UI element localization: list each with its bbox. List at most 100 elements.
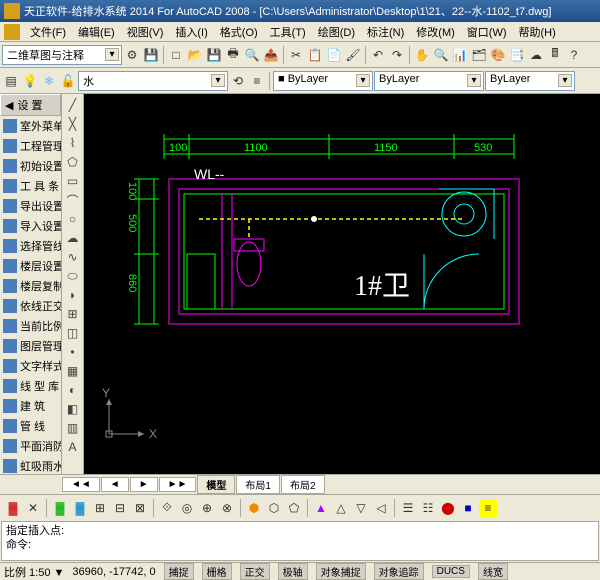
copy-icon[interactable]: 📋: [306, 46, 324, 64]
tab-layout1[interactable]: 布局1: [236, 475, 280, 494]
bt-icon[interactable]: ⊕: [198, 499, 216, 517]
drawing-canvas[interactable]: 100 1100 1150 530 100 500 860 WL-- 1#卫 X…: [84, 94, 600, 474]
sidebar-item[interactable]: 初始设置: [0, 156, 61, 176]
lineweight-combo[interactable]: ByLayer: [485, 71, 575, 91]
hatch-icon[interactable]: ▦: [64, 362, 82, 380]
stat-lwt[interactable]: 线宽: [478, 563, 508, 580]
bt-icon[interactable]: ⬢: [245, 499, 263, 517]
bt-icon[interactable]: ▓: [51, 499, 69, 517]
menu-file[interactable]: 文件(F): [24, 22, 72, 42]
polygon-icon[interactable]: ⬠: [64, 153, 82, 171]
undo-icon[interactable]: ↶: [369, 46, 387, 64]
bt-icon[interactable]: ⬡: [265, 499, 283, 517]
plot-icon[interactable]: 🖶: [224, 46, 242, 64]
open-icon[interactable]: 📂: [186, 46, 204, 64]
bulb-icon[interactable]: 💡: [21, 72, 39, 90]
sidebar-item[interactable]: 依线正交: [0, 296, 61, 316]
tab-nav-next[interactable]: ►: [130, 477, 158, 492]
bt-icon[interactable]: ◎: [178, 499, 196, 517]
bt-icon[interactable]: ≡: [479, 499, 497, 517]
pan-icon[interactable]: ✋: [413, 46, 431, 64]
bt-icon[interactable]: ✕: [24, 499, 42, 517]
stat-ortho[interactable]: 正交: [240, 563, 270, 580]
bt-icon[interactable]: ▓: [4, 499, 22, 517]
workspace-settings-icon[interactable]: ⚙: [123, 46, 141, 64]
ellipse-icon[interactable]: ⬭: [64, 267, 82, 285]
preview-icon[interactable]: 🔍: [243, 46, 261, 64]
menu-tools[interactable]: 工具(T): [264, 22, 312, 42]
ellipsearc-icon[interactable]: ◗: [64, 286, 82, 304]
menu-window[interactable]: 窗口(W): [461, 22, 513, 42]
rectangle-icon[interactable]: ▭: [64, 172, 82, 190]
stat-polar[interactable]: 极轴: [278, 563, 308, 580]
designcenter-icon[interactable]: 🗂: [470, 46, 488, 64]
sidebar-item[interactable]: 室外菜单: [0, 116, 61, 136]
layer-combo[interactable]: 水: [78, 71, 228, 91]
tab-layout2[interactable]: 布局2: [281, 475, 325, 494]
menu-dimension[interactable]: 标注(N): [361, 22, 410, 42]
stat-snap[interactable]: 捕捉: [164, 563, 194, 580]
panel-header[interactable]: ◀设 置: [0, 94, 61, 116]
line-icon[interactable]: ╱: [64, 96, 82, 114]
circle-icon[interactable]: ○: [64, 210, 82, 228]
calc-icon[interactable]: 🖩: [546, 46, 564, 64]
menu-edit[interactable]: 编辑(E): [72, 22, 121, 42]
menu-modify[interactable]: 修改(M): [410, 22, 461, 42]
table-icon[interactable]: ▥: [64, 419, 82, 437]
sidebar-item[interactable]: 导入设置: [0, 216, 61, 236]
sidebar-item[interactable]: 管 线: [0, 416, 61, 436]
arc-icon[interactable]: ⌒: [64, 191, 82, 209]
match-icon[interactable]: 🖌: [344, 46, 362, 64]
sheet-icon[interactable]: 📑: [508, 46, 526, 64]
bt-icon[interactable]: ■: [459, 499, 477, 517]
stat-otrack[interactable]: 对象追踪: [374, 563, 424, 580]
tab-model[interactable]: 模型: [197, 475, 235, 494]
tab-nav-last[interactable]: ►►: [159, 477, 197, 492]
bt-icon[interactable]: ▲: [312, 499, 330, 517]
color-combo[interactable]: ■ ByLayer: [273, 71, 373, 91]
bt-icon[interactable]: ☷: [419, 499, 437, 517]
cut-icon[interactable]: ✂: [287, 46, 305, 64]
point-icon[interactable]: •: [64, 343, 82, 361]
command-window[interactable]: 指定插入点: 命令:: [1, 521, 599, 561]
workspace-combo[interactable]: 二维草图与注释: [2, 45, 122, 65]
toolpalette-icon[interactable]: 🎨: [489, 46, 507, 64]
sidebar-item[interactable]: 图层管理: [0, 336, 61, 356]
sidebar-item[interactable]: 工程管理: [0, 136, 61, 156]
menu-help[interactable]: 帮助(H): [513, 22, 562, 42]
menu-draw[interactable]: 绘图(D): [312, 22, 361, 42]
xline-icon[interactable]: ╳: [64, 115, 82, 133]
bt-icon[interactable]: ⊠: [131, 499, 149, 517]
sidebar-item[interactable]: 文字样式: [0, 356, 61, 376]
pline-icon[interactable]: ⌇: [64, 134, 82, 152]
menu-insert[interactable]: 插入(I): [169, 22, 213, 42]
sidebar-item[interactable]: 工 具 条: [0, 176, 61, 196]
sidebar-item[interactable]: 楼层设置: [0, 256, 61, 276]
save-icon[interactable]: 💾: [205, 46, 223, 64]
layer-prev-icon[interactable]: ⟲: [229, 72, 247, 90]
bt-icon[interactable]: ◁: [372, 499, 390, 517]
sidebar-item[interactable]: 虹吸雨水: [0, 456, 61, 474]
region-icon[interactable]: ◧: [64, 400, 82, 418]
paste-icon[interactable]: 📄: [325, 46, 343, 64]
stat-grid[interactable]: 栅格: [202, 563, 232, 580]
workspace-save-icon[interactable]: 💾: [142, 46, 160, 64]
menu-view[interactable]: 视图(V): [121, 22, 170, 42]
sidebar-item[interactable]: 建 筑: [0, 396, 61, 416]
lock-icon[interactable]: 🔓: [59, 72, 77, 90]
stat-osnap[interactable]: 对象捕捉: [316, 563, 366, 580]
scale-label[interactable]: 比例 1:50 ▼: [4, 564, 64, 580]
bt-icon[interactable]: ⊟: [111, 499, 129, 517]
freeze-icon[interactable]: ❄: [40, 72, 58, 90]
linetype-combo[interactable]: ByLayer: [374, 71, 484, 91]
sidebar-item[interactable]: 选择管线: [0, 236, 61, 256]
redo-icon[interactable]: ↷: [388, 46, 406, 64]
block-icon[interactable]: ◫: [64, 324, 82, 342]
sidebar-item[interactable]: 平面消防: [0, 436, 61, 456]
tab-nav-first[interactable]: ◄◄: [62, 477, 100, 492]
gradient-icon[interactable]: ◐: [64, 381, 82, 399]
tab-nav-prev[interactable]: ◄: [101, 477, 129, 492]
stat-ducs[interactable]: DUCS: [432, 565, 470, 578]
bt-icon[interactable]: △: [332, 499, 350, 517]
markup-icon[interactable]: ☁: [527, 46, 545, 64]
